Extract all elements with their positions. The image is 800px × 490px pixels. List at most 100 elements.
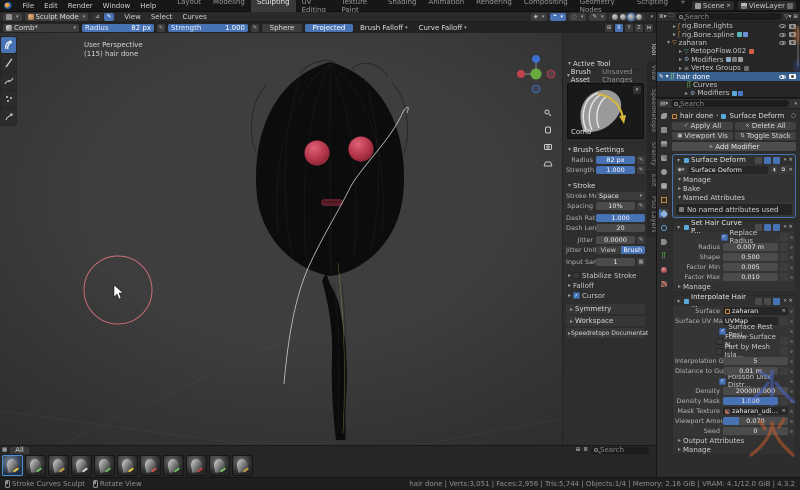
brush-density-thumb[interactable]: [209, 455, 230, 476]
breadcrumb-object[interactable]: hair done: [680, 112, 713, 120]
render-tab[interactable]: [659, 125, 668, 134]
np-strength-slider[interactable]: 1.000: [596, 166, 635, 174]
brush-preview-menu-icon[interactable]: ▾: [633, 86, 641, 94]
outliner-search-input[interactable]: Search: [676, 13, 783, 20]
comb-tool-button[interactable]: [1, 37, 16, 53]
outliner-row[interactable]: ▸▽ RetopoFlow.002: [657, 47, 800, 55]
outliner-row[interactable]: ▾▽ zaharan: [657, 39, 800, 47]
output-attributes-subpanel[interactable]: ▸Output Attributes: [673, 436, 795, 445]
output-tab[interactable]: [659, 139, 668, 148]
copy-icon[interactable]: ⧉: [779, 166, 787, 174]
follow-surface-normal-checkbox[interactable]: [716, 338, 723, 345]
hide-icon[interactable]: [779, 41, 786, 45]
radius-slider[interactable]: Radius 82 px: [82, 24, 154, 32]
shape-field[interactable]: 0.500: [723, 253, 778, 261]
part-by-mesh-islands-checkbox[interactable]: [716, 348, 723, 355]
node-group-field[interactable]: Surface Deform: [689, 166, 768, 174]
menu-file[interactable]: File: [17, 2, 39, 10]
edit-mode-toggle[interactable]: [755, 157, 762, 164]
menu-view[interactable]: View: [119, 13, 146, 21]
shelf-display-icon[interactable]: ⊞: [576, 447, 581, 453]
menu-window[interactable]: Window: [98, 2, 136, 10]
viewport-vis-button[interactable]: ▣Viewport Vis: [672, 132, 733, 140]
camera-visibility-icon[interactable]: [789, 74, 796, 79]
object-data-tab[interactable]: ʃʃ: [659, 251, 668, 260]
jitter-unit-view[interactable]: View: [596, 246, 621, 254]
strength-pressure-icon[interactable]: ✎: [251, 24, 259, 32]
hide-icon[interactable]: [779, 75, 786, 79]
brush-grow-thumb[interactable]: [48, 455, 69, 476]
stroke-section[interactable]: ▾Stroke: [566, 181, 645, 190]
extras-menu-icon[interactable]: ▾: [784, 298, 787, 304]
brush-pinch-thumb[interactable]: [94, 455, 115, 476]
outliner-scrollbar[interactable]: [797, 26, 799, 66]
extras-menu-icon[interactable]: ▾: [784, 157, 787, 163]
surface-object-field[interactable]: zaharan ×: [723, 307, 788, 315]
radius-pressure-icon[interactable]: ✎: [157, 24, 165, 32]
new-collection-icon[interactable]: ⊞: [793, 14, 798, 20]
shelf-search-input[interactable]: Search: [591, 447, 649, 454]
outliner-row-active[interactable]: ✎ ▾ʃʃ hair done: [657, 72, 800, 80]
stroke-method-dropdown[interactable]: Space▾: [596, 192, 645, 200]
mode-selector[interactable]: Sculpt Mode ▾: [25, 13, 89, 21]
modifier-header[interactable]: ▾ Interpolate Hair ... ▾ ×: [673, 296, 795, 306]
transform-orientation-button[interactable]: ◈▾: [531, 13, 548, 21]
jitter-pressure-icon[interactable]: ✎: [637, 236, 645, 244]
strength-pressure-icon[interactable]: ✎: [637, 166, 645, 174]
speedretopo-doc-section[interactable]: ▸Speedretopo Documentation: [566, 328, 645, 338]
close-icon[interactable]: ×: [788, 224, 793, 230]
constraints-tab[interactable]: [659, 237, 668, 246]
editor-type-button[interactable]: ▾: [3, 13, 22, 21]
brush-smooth-thumb[interactable]: [163, 455, 184, 476]
jitter-unit-brush[interactable]: Brush: [621, 246, 646, 254]
shelf-tab-all[interactable]: All: [10, 447, 29, 454]
menu-select[interactable]: Select: [146, 13, 178, 21]
curve-pen-tool-button[interactable]: [1, 73, 16, 89]
mirror-y-toggle[interactable]: Y: [625, 24, 633, 32]
texture-tab[interactable]: [659, 279, 668, 288]
overlays-button[interactable]: ✎▾: [589, 13, 606, 21]
cursor-checkbox[interactable]: ✓: [573, 292, 580, 299]
wireframe-shading-icon[interactable]: [612, 14, 618, 20]
paint-brush-tool-button[interactable]: [1, 55, 16, 71]
mirror-x-toggle[interactable]: X: [615, 24, 623, 32]
density-field[interactable]: 200000.000: [723, 387, 788, 395]
slide-tool-button[interactable]: [1, 109, 16, 125]
attribute-toggle-icon[interactable]: [780, 397, 788, 405]
curve-falloff-dropdown[interactable]: Curve Falloff▾: [415, 24, 471, 32]
brush-slide-thumb[interactable]: [117, 455, 138, 476]
radius-pressure-icon[interactable]: ✎: [637, 156, 645, 164]
snap-toggle[interactable]: ⌖▾: [550, 13, 566, 21]
curves-draw-toggle[interactable]: ✎: [104, 13, 114, 21]
browse-node-group-icon[interactable]: ◉▾: [675, 166, 687, 174]
input-samples-icon[interactable]: ▦: [637, 258, 645, 266]
brush-falloff-dropdown[interactable]: Brush Falloff▾: [356, 24, 412, 32]
attribute-toggle-icon[interactable]: [780, 263, 788, 271]
unlink-icon[interactable]: ×: [781, 308, 786, 314]
outliner-row[interactable]: ▸ʃ rig.Bone.lights: [657, 22, 800, 30]
realtime-toggle[interactable]: [764, 157, 771, 164]
mirror-z-toggle[interactable]: Z: [635, 24, 643, 32]
unlink-icon[interactable]: ×: [781, 408, 786, 414]
spacing-pressure-icon[interactable]: ✎: [637, 202, 645, 210]
brush-comb-thumb[interactable]: [2, 455, 23, 476]
world-tab[interactable]: [659, 181, 668, 190]
editor-divider[interactable]: [656, 12, 657, 477]
shelf-list-icon[interactable]: ≣: [583, 447, 588, 453]
factor-min-field[interactable]: 0.005: [723, 263, 778, 271]
dash-length-field[interactable]: 20: [596, 224, 645, 232]
solid-shading-icon[interactable]: [620, 14, 626, 20]
attribute-toggle-icon[interactable]: [780, 243, 788, 251]
modifiers-tab[interactable]: [659, 209, 668, 218]
symmetry-section[interactable]: ▸Symmetry: [566, 304, 645, 314]
hide-icon[interactable]: [779, 33, 786, 37]
jitter-field[interactable]: 0.0000: [596, 236, 635, 244]
outliner-row[interactable]: ʃʃ Curves: [657, 81, 800, 89]
tool-tab[interactable]: [659, 111, 668, 120]
extras-menu-icon[interactable]: ▾: [784, 224, 787, 230]
camera-visibility-icon[interactable]: [789, 24, 796, 29]
brush-add-thumb[interactable]: [25, 455, 46, 476]
material-tab[interactable]: [659, 265, 668, 274]
radius-field[interactable]: 0.007 m: [723, 243, 778, 251]
falloff-row[interactable]: ▸Falloff: [566, 281, 645, 290]
